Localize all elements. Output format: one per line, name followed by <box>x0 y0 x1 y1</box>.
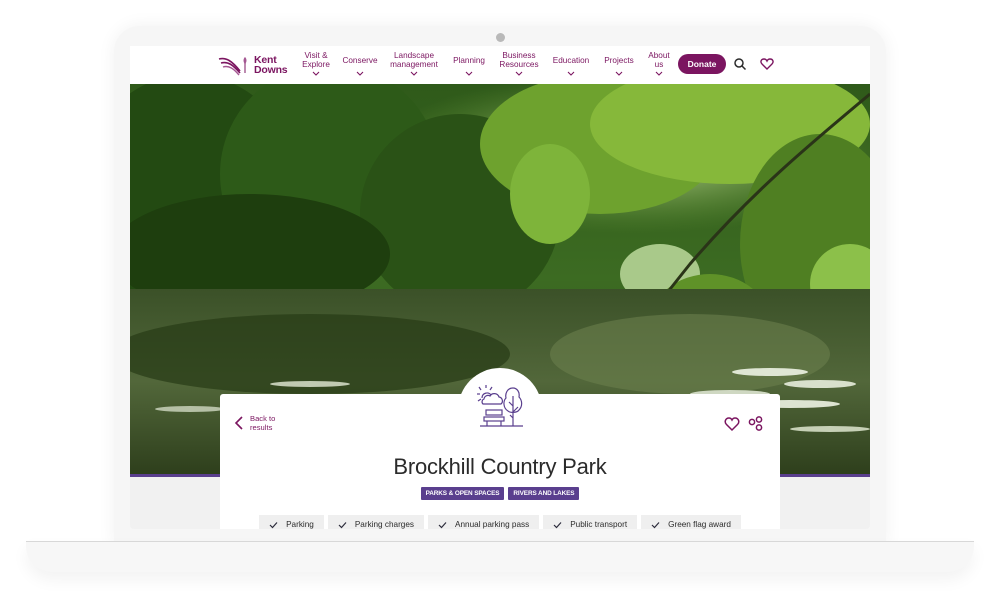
feature-item: Green flag award <box>641 515 741 529</box>
chevron-down-icon <box>356 71 364 76</box>
nav-item-about-us[interactable]: About us <box>644 51 674 77</box>
back-to-results-label: Back to results <box>250 414 276 432</box>
tag-rivers-and-lakes[interactable]: RIVERS AND LAKES <box>508 487 580 500</box>
laptop-base <box>26 541 974 572</box>
search-icon[interactable] <box>733 57 747 71</box>
feature-label: Parking charges <box>354 520 415 529</box>
nav-item-conserve[interactable]: Conserve <box>338 51 382 77</box>
chevron-down-icon <box>312 71 320 76</box>
nav-label: management <box>390 60 438 69</box>
nav-label: Explore <box>302 60 330 69</box>
feature-list: Parking Parking charges Annual parking p… <box>220 515 780 529</box>
favourite-heart-icon[interactable] <box>724 416 740 432</box>
check-icon <box>338 522 347 529</box>
chevron-down-icon <box>465 71 473 76</box>
park-bench-tree-icon <box>477 385 523 427</box>
donate-button[interactable]: Donate <box>678 54 726 74</box>
feature-label: Parking <box>286 520 314 529</box>
category-tags: PARKS & OPEN SPACES RIVERS AND LAKES <box>220 487 780 500</box>
nav-item-landscape-management[interactable]: Landscape management <box>386 51 442 77</box>
kent-downs-logo[interactable]: Kent Downs <box>218 51 294 79</box>
feature-label: Public transport <box>570 520 628 529</box>
chevron-down-icon <box>410 71 418 76</box>
feature-item: Public transport <box>543 515 638 529</box>
browser-screen: Kent Downs Visit & Explore Conserve Land… <box>130 46 870 529</box>
nav-item-planning[interactable]: Planning <box>447 51 491 77</box>
feature-label: Annual parking pass <box>455 520 530 529</box>
back-to-results-link[interactable]: Back to results <box>234 414 290 432</box>
nav-label: Business <box>502 51 536 60</box>
nav-label: About <box>648 51 670 60</box>
nav-label: Conserve <box>342 56 378 65</box>
chevron-down-icon <box>567 71 575 76</box>
nav-item-business-resources[interactable]: Business Resources <box>496 51 542 77</box>
nav-label: Landscape <box>393 51 435 60</box>
nav-label: Projects <box>604 56 634 65</box>
logo-waves-icon <box>218 57 247 76</box>
laptop-camera <box>496 33 505 42</box>
feature-label: Green flag award <box>668 520 731 529</box>
nav-label: us <box>654 60 664 69</box>
share-icon[interactable] <box>748 416 764 432</box>
park-title: Brockhill Country Park <box>393 454 607 479</box>
nav-label: Visit & <box>304 51 328 60</box>
heart-icon[interactable] <box>760 57 774 71</box>
nav-item-visit-explore[interactable]: Visit & Explore <box>296 51 336 77</box>
park-detail-card: Back to results Brockhill Country Park P… <box>220 368 780 529</box>
feature-item: Parking <box>259 515 324 529</box>
nav-item-projects[interactable]: Projects <box>598 51 640 77</box>
check-icon <box>553 522 562 529</box>
nav-label: Education <box>552 56 590 65</box>
chevron-down-icon <box>655 71 663 76</box>
check-icon <box>438 522 447 529</box>
feature-item: Annual parking pass <box>428 515 540 529</box>
nav-item-education[interactable]: Education <box>548 51 594 77</box>
category-icon-badge <box>458 368 542 452</box>
chevron-down-icon <box>615 71 623 76</box>
check-icon <box>651 522 660 529</box>
feature-item: Parking charges <box>327 515 425 529</box>
nav-label: Planning <box>453 56 485 65</box>
logo-text-line2: Downs <box>254 64 288 76</box>
nav-label: Resources <box>499 60 539 69</box>
chevron-down-icon <box>515 71 523 76</box>
tag-parks-open-spaces[interactable]: PARKS & OPEN SPACES <box>420 487 505 500</box>
check-icon <box>269 522 278 529</box>
chevron-left-icon <box>234 416 243 430</box>
site-header: Kent Downs Visit & Explore Conserve Land… <box>130 46 870 84</box>
